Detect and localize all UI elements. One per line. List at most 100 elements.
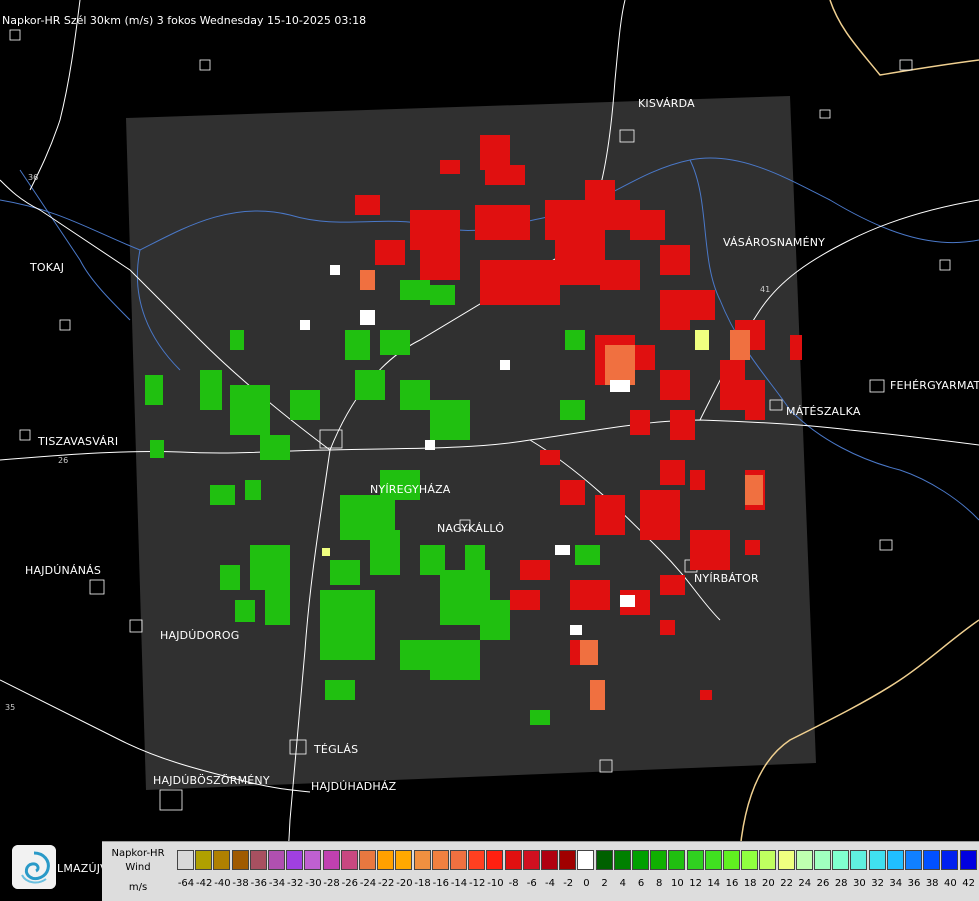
city-label-hajdunanas: HAJDÚNÁNÁS [25, 564, 102, 577]
legend-swatch [777, 850, 795, 870]
legend-swatch [632, 850, 649, 870]
legend-tick-label: -40 [214, 878, 231, 889]
legend-swatch [177, 850, 194, 870]
city-label-hajduhadhaz: HAJDÚHADHÁZ [311, 780, 397, 793]
legend-swatch [941, 850, 959, 870]
legend-swatch [595, 850, 613, 870]
legend-tick-label: 20 [762, 878, 775, 889]
map-title: Napkor-HR Szél 30km (m/s) 3 fokos Wednes… [2, 14, 367, 27]
road-number-35: 35 [5, 703, 15, 712]
legend-tick-label: 18 [743, 878, 757, 889]
legend-tick-label: -16 [432, 878, 449, 889]
legend-tick-label: -2 [563, 878, 574, 889]
city-label-nagykallo: NAGYKÁLLÓ [437, 522, 505, 535]
legend-tick-label: 6 [637, 878, 645, 889]
city-label-nyiregyhaza: NYÍREGYHÁZA [370, 483, 451, 496]
road-number-41: 41 [760, 285, 770, 294]
legend-swatch [959, 850, 977, 870]
legend-tick-label: 24 [798, 878, 812, 889]
city-label-nyirbator: NYÍRBÁTOR [694, 572, 759, 585]
legend-swatch [322, 850, 340, 870]
legend-swatch [431, 850, 449, 870]
legend-tick-label: -26 [341, 878, 358, 889]
legend-tick-label: 14 [707, 878, 721, 889]
legend-swatch [450, 850, 467, 870]
radar-coverage-area [126, 96, 816, 790]
legend-swatch [850, 850, 868, 870]
road-number-36: 36 [28, 173, 38, 182]
legend-swatch [231, 850, 249, 870]
legend-tick-label: -8 [508, 878, 519, 889]
legend-swatch [395, 850, 413, 870]
legend-tick-label: -14 [450, 878, 468, 889]
legend-caption-unit: m/s [128, 882, 148, 893]
legend-tick-label: 28 [834, 878, 848, 889]
legend-swatch [613, 850, 631, 870]
legend-swatch [304, 850, 322, 870]
city-label-tokaj: TOKAJ [30, 261, 65, 274]
legend-tick-label: 8 [656, 878, 663, 889]
legend-tick-label: -28 [323, 878, 340, 889]
legend-swatch [541, 850, 558, 870]
legend-swatch [868, 850, 886, 870]
radar-map: 36 26 35 41 [0, 0, 979, 900]
color-legend: Napkor-HR Wind m/s -64 -42 -40 -38 -36 -34 -32… [102, 841, 979, 901]
road-number-26: 26 [58, 456, 68, 465]
legend-swatch [905, 850, 922, 870]
legend-swatch [359, 850, 376, 870]
legend-swatch [577, 850, 595, 870]
city-label-mateszalka: MÁTÉSZALKA [786, 405, 861, 418]
legend-swatch [723, 850, 740, 870]
legend-swatch [668, 850, 686, 870]
legend-swatch [504, 850, 522, 870]
legend-tick-label: -38 [232, 878, 249, 889]
legend-tick-label: 40 [944, 878, 957, 889]
legend-swatch [832, 850, 850, 870]
legend-tick-label: -34 [268, 878, 286, 889]
legend-swatch [814, 850, 831, 870]
legend-tick-label: -24 [359, 878, 377, 889]
legend-swatch [759, 850, 777, 870]
legend-tick-label: 42 [962, 878, 975, 889]
legend-tick-label: -12 [469, 878, 486, 889]
legend-swatch [704, 850, 722, 870]
legend-swatch [195, 850, 213, 870]
legend-swatch [522, 850, 540, 870]
legend-tick-label: 16 [725, 878, 739, 889]
legend-tick-label: 22 [780, 878, 793, 889]
legend-swatch [286, 850, 304, 870]
legend-tick-label: 32 [871, 878, 884, 889]
city-label-kisvarda: KISVÁRDA [638, 97, 695, 110]
legend-tick-label: -22 [378, 878, 395, 889]
legend-tick-label: 26 [816, 878, 830, 889]
legend-tick-label: 2 [601, 878, 608, 889]
city-label-fehergyarmat: FEHÉRGYARMAT [890, 379, 979, 392]
legend-tick-label: -4 [545, 878, 555, 889]
legend-swatch [468, 850, 486, 870]
city-label-hajduboszormeny: HAJDÚBÖSZÖRMÉNY [153, 774, 270, 787]
legend-swatch [249, 850, 267, 870]
legend-caption-variable: Wind [125, 862, 151, 873]
legend-swatch [886, 850, 904, 870]
city-label-teglas: TÉGLÁS [314, 743, 359, 756]
legend-swatch [650, 850, 668, 870]
legend-tick-label: -64 [177, 878, 195, 889]
legend-swatch [486, 850, 504, 870]
legend-tick-label: 10 [671, 878, 684, 889]
legend-tick-label: -20 [396, 878, 413, 889]
legend-tick-label: -36 [250, 878, 267, 889]
legend-swatch [795, 850, 813, 870]
legend-tick-label: 38 [925, 878, 939, 889]
legend-tick-label: -30 [305, 878, 322, 889]
legend-tick-label: -18 [414, 878, 431, 889]
legend-caption: Napkor-HR Wind m/s [102, 842, 174, 901]
legend-swatch [741, 850, 759, 870]
legend-caption-source: Napkor-HR [111, 848, 165, 859]
legend-tick-label: 4 [619, 878, 626, 889]
legend-tick-label: 30 [853, 878, 866, 889]
legend-tick-label: -10 [487, 878, 504, 889]
city-label-tiszavasvari: TISZAVASVÁRI [38, 435, 119, 448]
legend-swatch [340, 850, 358, 870]
legend-swatch [413, 850, 431, 870]
city-label-hajdudorog: HAJDÚDOROG [160, 629, 240, 642]
